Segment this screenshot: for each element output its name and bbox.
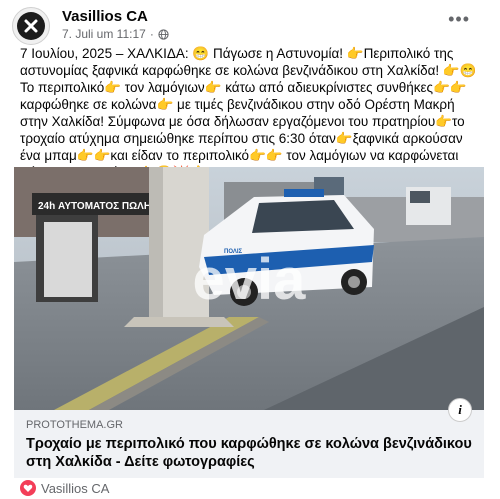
info-icon[interactable]: i <box>448 398 472 422</box>
post-meta: 7. Juli um 11:17 · <box>62 27 169 41</box>
link-preview[interactable]: i PROTOTHEMA.GR Τροχαίο με περιπολικό πο… <box>14 398 484 478</box>
link-domain: PROTOTHEMA.GR <box>26 419 123 431</box>
reaction-names[interactable]: Vasillios CA <box>41 481 109 496</box>
author-name[interactable]: Vasillios CA <box>62 8 148 25</box>
more-options-icon[interactable]: ••• <box>448 10 470 28</box>
heart-reaction-icon <box>20 480 36 496</box>
link-title[interactable]: Τροχαίο με περιπολικό που καρφώθηκε σε κ… <box>26 435 476 471</box>
x-mark-icon <box>24 19 38 33</box>
post-timestamp[interactable]: 7. Juli um 11:17 <box>62 27 146 41</box>
evia-watermark: evia <box>193 247 307 312</box>
gas-station-photo: 24h ΑΥΤΟΜΑΤΟΣ ΠΩΛΗΤΗΣ ΠΟΛΙΣ evia <box>14 167 484 410</box>
meta-separator: · <box>149 27 154 41</box>
post-card: Vasillios CA 7. Juli um 11:17 · ••• 7 Ιο… <box>0 0 500 499</box>
x-logo-icon <box>17 12 45 40</box>
globe-icon[interactable] <box>158 28 169 40</box>
post-header: Vasillios CA 7. Juli um 11:17 · ••• <box>12 6 490 46</box>
author-avatar[interactable] <box>12 7 50 45</box>
post-photo[interactable]: 24h ΑΥΤΟΜΑΤΟΣ ΠΩΛΗΤΗΣ ΠΟΛΙΣ evia <box>14 167 484 410</box>
reaction-summary[interactable]: Vasillios CA <box>20 479 109 497</box>
post-text: 7 Ιουλίου, 2025 – ΧΑΛΚΙΔΑ: 😁 Πάγωσε η Ασ… <box>20 46 477 180</box>
